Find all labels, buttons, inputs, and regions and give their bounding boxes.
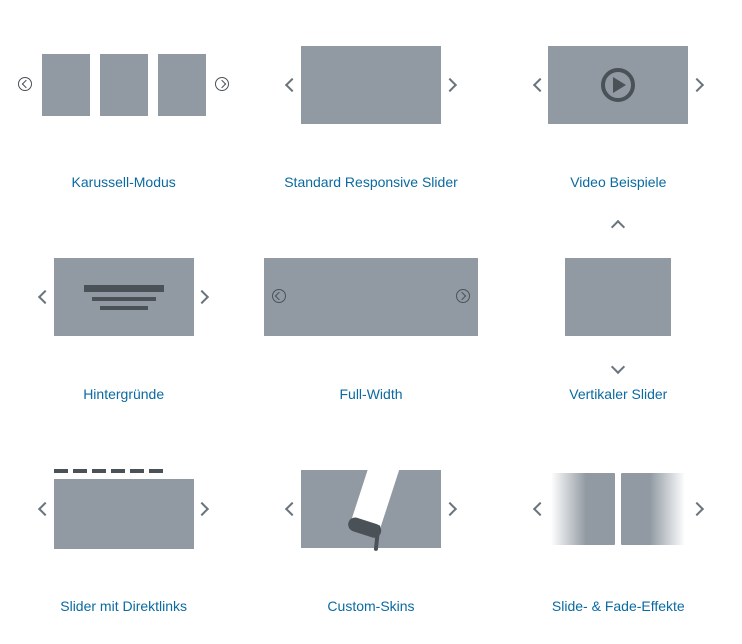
link-karussell[interactable]: Karussell-Modus (72, 174, 176, 190)
prev-circle-icon[interactable] (18, 77, 32, 91)
thumb-video[interactable] (495, 0, 742, 170)
thumb-karussell[interactable] (0, 0, 247, 170)
item-fullwidth: Full-Width (247, 212, 494, 424)
slider-examples-grid: Karussell-Modus Standard Responsive Slid… (0, 0, 742, 644)
thumb-fade[interactable] (495, 424, 742, 594)
direct-links-tabs-icon (54, 469, 194, 473)
item-vertikal: Vertikaler Slider (495, 212, 742, 424)
item-karussell: Karussell-Modus (0, 0, 247, 212)
link-vertikal[interactable]: Vertikaler Slider (569, 386, 667, 402)
thumb-hintergruende[interactable] (0, 212, 247, 382)
item-video: Video Beispiele (495, 0, 742, 212)
chevron-left-icon[interactable] (533, 78, 547, 92)
thumb-vertikal[interactable] (495, 212, 742, 382)
skin-slide-icon (301, 470, 441, 548)
chevron-up-icon[interactable] (611, 220, 625, 234)
item-hintergruende: Hintergründe (0, 212, 247, 424)
slide-icon (301, 46, 441, 124)
chevron-right-icon[interactable] (690, 502, 704, 516)
chevron-right-icon[interactable] (443, 502, 457, 516)
chevron-left-icon[interactable] (38, 502, 52, 516)
play-icon (601, 68, 635, 102)
chevron-left-icon[interactable] (285, 78, 299, 92)
background-slide-icon (54, 258, 194, 336)
chevron-right-icon[interactable] (690, 78, 704, 92)
item-direktlinks: Slider mit Direktlinks (0, 424, 247, 636)
chevron-left-icon[interactable] (285, 502, 299, 516)
chevron-right-icon[interactable] (195, 290, 209, 304)
next-circle-icon[interactable] (456, 289, 470, 303)
link-standard[interactable]: Standard Responsive Slider (284, 174, 458, 190)
link-video[interactable]: Video Beispiele (570, 174, 666, 190)
item-standard: Standard Responsive Slider (247, 0, 494, 212)
link-fullwidth[interactable]: Full-Width (339, 386, 402, 402)
link-skins[interactable]: Custom-Skins (327, 598, 414, 614)
thumb-skins[interactable] (247, 424, 494, 594)
directlinks-icon (54, 469, 194, 549)
chevron-right-icon[interactable] (195, 502, 209, 516)
item-skins: Custom-Skins (247, 424, 494, 636)
chevron-down-icon[interactable] (611, 360, 625, 374)
item-fade: Slide- & Fade-Effekte (495, 424, 742, 636)
link-direktlinks[interactable]: Slider mit Direktlinks (60, 598, 187, 614)
thumb-direktlinks[interactable] (0, 424, 247, 594)
link-fade[interactable]: Slide- & Fade-Effekte (552, 598, 685, 614)
fade-slides-icon (551, 473, 685, 545)
video-slide-icon (548, 46, 688, 124)
chevron-left-icon[interactable] (38, 290, 52, 304)
thumb-standard[interactable] (247, 0, 494, 170)
chevron-left-icon[interactable] (533, 502, 547, 516)
next-circle-icon[interactable] (215, 77, 229, 91)
carousel-slides-icon (42, 54, 206, 116)
thumb-fullwidth[interactable] (247, 212, 494, 382)
fullwidth-slide-icon (264, 258, 478, 336)
chevron-right-icon[interactable] (443, 78, 457, 92)
vertical-slide-icon (565, 258, 671, 336)
link-hintergruende[interactable]: Hintergründe (83, 386, 164, 402)
prev-circle-icon[interactable] (272, 289, 286, 303)
